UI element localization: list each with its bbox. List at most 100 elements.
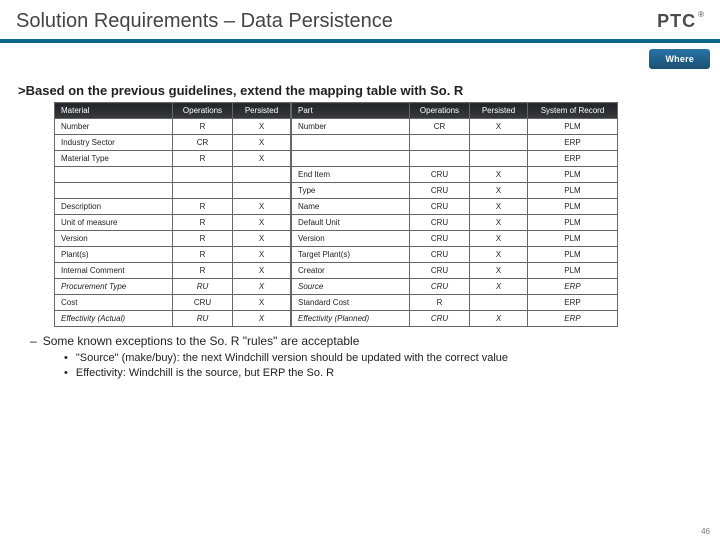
table-cell: R xyxy=(173,151,233,167)
table-cell: CRU xyxy=(410,311,470,327)
col-part: Part xyxy=(292,103,410,119)
table-cell: Default Unit xyxy=(292,215,410,231)
table-cell: X xyxy=(233,119,291,135)
table-row xyxy=(55,167,291,183)
table-cell xyxy=(55,183,173,199)
table-cell: X xyxy=(233,199,291,215)
table-cell: ERP xyxy=(528,135,618,151)
table-cell: Name xyxy=(292,199,410,215)
table-cell xyxy=(470,151,528,167)
table-row: Internal CommentRX xyxy=(55,263,291,279)
table-cell xyxy=(233,167,291,183)
table-cell: CRU xyxy=(410,247,470,263)
table-cell: RU xyxy=(173,311,233,327)
col-persisted-b: Persisted xyxy=(470,103,528,119)
logo-text: PTC xyxy=(657,11,696,32)
table-cell xyxy=(410,151,470,167)
table-row: NameCRUXPLM xyxy=(292,199,618,215)
table-row: Target Plant(s)CRUXPLM xyxy=(292,247,618,263)
table-cell: Version xyxy=(292,231,410,247)
table-cell: X xyxy=(470,167,528,183)
table-row: Plant(s)RX xyxy=(55,247,291,263)
table-row: CreatorCRUXPLM xyxy=(292,263,618,279)
table-cell: X xyxy=(233,295,291,311)
table-cell: X xyxy=(233,215,291,231)
table-cell: PLM xyxy=(528,183,618,199)
part-table: Part Operations Persisted System of Reco… xyxy=(291,102,618,327)
table-cell: R xyxy=(410,295,470,311)
table-cell: CR xyxy=(173,135,233,151)
table-cell xyxy=(470,135,528,151)
table-row: TypeCRUXPLM xyxy=(292,183,618,199)
table-row: Unit of measureRX xyxy=(55,215,291,231)
table-row: Effectivity (Actual)RUX xyxy=(55,311,291,327)
table-cell: X xyxy=(470,247,528,263)
table-cell: X xyxy=(470,279,528,295)
table-cell: Material Type xyxy=(55,151,173,167)
table-row xyxy=(55,183,291,199)
table-cell: PLM xyxy=(528,215,618,231)
table-cell: ERP xyxy=(528,279,618,295)
table-cell xyxy=(470,295,528,311)
col-operations-a: Operations xyxy=(173,103,233,119)
table-row: NumberCRXPLM xyxy=(292,119,618,135)
table-row: NumberRX xyxy=(55,119,291,135)
material-table: Material Operations Persisted NumberRXIn… xyxy=(54,102,291,327)
table-cell: Number xyxy=(55,119,173,135)
table-cell: X xyxy=(470,263,528,279)
table-cell: CRU xyxy=(410,215,470,231)
notes-bullet-1: "Source" (make/buy): the next Windchill … xyxy=(64,351,700,366)
table-cell: CRU xyxy=(410,231,470,247)
table-cell: X xyxy=(470,183,528,199)
table-cell: ERP xyxy=(528,311,618,327)
table-cell: X xyxy=(470,231,528,247)
notes-bullet-2: Effectivity: Windchill is the source, bu… xyxy=(64,366,700,381)
table-row: DescriptionRX xyxy=(55,199,291,215)
table-cell xyxy=(173,183,233,199)
table-cell: Number xyxy=(292,119,410,135)
col-system-of-record: System of Record xyxy=(528,103,618,119)
table-cell: X xyxy=(233,231,291,247)
table-row: VersionRX xyxy=(55,231,291,247)
table-cell: CRU xyxy=(410,199,470,215)
table-cell xyxy=(292,151,410,167)
where-chip: Where xyxy=(649,49,710,69)
table-cell: R xyxy=(173,247,233,263)
table-cell: X xyxy=(233,311,291,327)
table-cell: CR xyxy=(410,119,470,135)
table-cell: Type xyxy=(292,183,410,199)
table-cell xyxy=(55,167,173,183)
lead-line: >Based on the previous guidelines, exten… xyxy=(18,83,702,98)
table-cell: Unit of measure xyxy=(55,215,173,231)
table-cell: CRU xyxy=(410,183,470,199)
page-title: Solution Requirements – Data Persistence xyxy=(16,10,393,33)
table-cell: Effectivity (Actual) xyxy=(55,311,173,327)
table-row: End ItemCRUXPLM xyxy=(292,167,618,183)
table-cell: Version xyxy=(55,231,173,247)
col-persisted-a: Persisted xyxy=(233,103,291,119)
table-row: Effectivity (Planned)CRUXERP xyxy=(292,311,618,327)
table-cell: PLM xyxy=(528,119,618,135)
table-cell: PLM xyxy=(528,167,618,183)
table-row: SourceCRUXERP xyxy=(292,279,618,295)
table-cell: R xyxy=(173,263,233,279)
table-cell xyxy=(173,167,233,183)
table-cell: R xyxy=(173,119,233,135)
table-cell xyxy=(410,135,470,151)
dash-icon: – xyxy=(30,333,37,349)
table-cell: Standard Cost xyxy=(292,295,410,311)
col-material: Material xyxy=(55,103,173,119)
table-cell: Target Plant(s) xyxy=(292,247,410,263)
brand-logo: PTC ® xyxy=(657,11,704,32)
table-cell: ERP xyxy=(528,151,618,167)
table-cell: X xyxy=(470,215,528,231)
table-cell: PLM xyxy=(528,263,618,279)
table-cell: CRU xyxy=(410,167,470,183)
table-cell: X xyxy=(233,151,291,167)
table-cell: RU xyxy=(173,279,233,295)
table-row: Material TypeRX xyxy=(55,151,291,167)
table-cell: End Item xyxy=(292,167,410,183)
table-row: ERP xyxy=(292,135,618,151)
table-row: Default UnitCRUXPLM xyxy=(292,215,618,231)
table-cell xyxy=(292,135,410,151)
